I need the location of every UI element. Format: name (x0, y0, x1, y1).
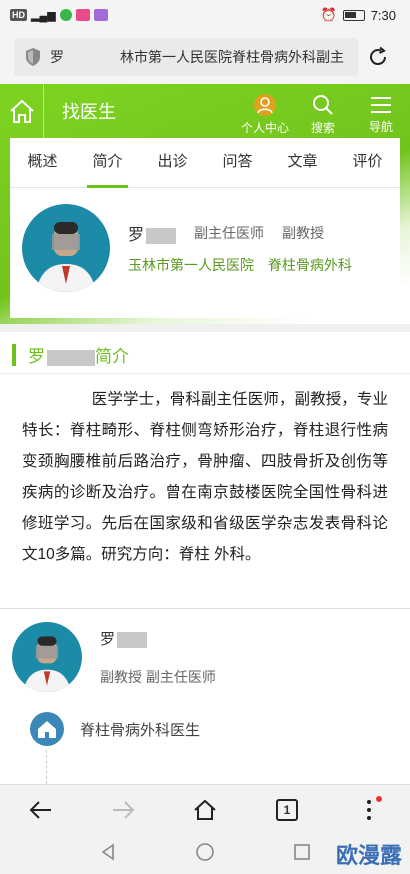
square-recents-icon (294, 843, 310, 860)
department-row[interactable]: 脊柱骨病外科医生 (30, 712, 200, 746)
status-bar: HD ▂▄▆ ⏰ 7:30 (0, 0, 410, 30)
alarm-icon: ⏰ (320, 7, 337, 22)
doctor-summary-info: 罗 副教授 副主任医师 (100, 622, 216, 692)
top-nav: 找医生 个人中心 搜索 导航 (0, 84, 410, 138)
doctor-affiliation: 玉林市第一人民医院 脊柱骨病外科 (128, 255, 352, 275)
tab-schedule[interactable]: 出诊 (140, 138, 205, 187)
intro-paragraph: 医学学士，骨科副主任医师，副教授，专业特长：脊柱畸形、脊柱侧弯矫形治疗，脊柱退行… (22, 391, 388, 563)
title-redaction (47, 349, 95, 366)
menu-label: 导航 (368, 119, 393, 134)
doctor-summary[interactable]: 罗 副教授 副主任医师 (12, 622, 216, 692)
browser-toolbar: 1 (0, 784, 410, 834)
reload-icon (370, 46, 387, 66)
user-icon (254, 93, 276, 116)
doctor-avatar-small (12, 622, 82, 692)
doctor-name-row: 罗 副主任医师 副教授 (128, 221, 352, 245)
home-button[interactable] (0, 84, 44, 138)
home-outline-icon (194, 799, 216, 820)
doctor-department[interactable]: 脊柱骨病外科 (268, 257, 352, 273)
profile-card: 概述 简介 出诊 问答 文章 评价 罗 副主任医师 副教授 玉林市第一人民医院 (10, 138, 400, 318)
notification-dot (376, 795, 382, 802)
doctor-hospital[interactable]: 玉林市第一人民医院 (128, 257, 254, 273)
url-text: 罗 林市第一人民医院脊柱骨病外科副主 (50, 49, 344, 65)
tab-intro[interactable]: 简介 (75, 138, 140, 188)
more-button[interactable] (344, 790, 394, 830)
system-back-button[interactable] (99, 842, 117, 866)
home-nav-button[interactable] (180, 790, 230, 830)
personal-center-button[interactable]: 个人中心 (236, 87, 294, 136)
search-label: 搜索 (310, 120, 335, 135)
tab-overview[interactable]: 概述 (10, 138, 75, 187)
forward-button[interactable] (98, 790, 148, 830)
url-field[interactable]: 罗 林市第一人民医院脊柱骨病外科副主 (14, 38, 358, 76)
arrow-right-icon (113, 800, 135, 819)
tab-count-box: 1 (276, 798, 298, 821)
watermark-text: 欧漫露 (335, 844, 402, 869)
doctor-summary-name: 罗 (100, 628, 216, 649)
tabs-button[interactable]: 1 (262, 790, 312, 830)
app2-icon (93, 9, 108, 21)
section-title: 罗简介 (28, 347, 129, 366)
status-left: HD ▂▄▆ (10, 9, 108, 22)
doctor-card: 罗 副主任医师 副教授 玉林市第一人民医院 脊柱骨病外科 (10, 188, 400, 308)
hd-indicator: HD (10, 9, 27, 21)
clock: 7:30 (370, 7, 396, 23)
tab-bar: 概述 简介 出诊 问答 文章 评价 (10, 138, 400, 188)
hospital-house-icon (30, 712, 64, 746)
menu-icon (371, 96, 391, 113)
system-home-button[interactable] (195, 842, 215, 867)
home-icon (9, 99, 34, 123)
doctor-title: 副主任医师 (194, 225, 265, 241)
doctor-info: 罗 副主任医师 副教授 玉林市第一人民医院 脊柱骨病外科 (128, 221, 352, 275)
menu-button[interactable]: 导航 (352, 88, 410, 135)
doctor-academic-title: 副教授 (282, 225, 325, 241)
url-bar: 罗 林市第一人民医院脊柱骨病外科副主 (0, 30, 410, 84)
section-separator (0, 324, 410, 332)
doctor-photo-icon (36, 222, 96, 292)
divider (0, 608, 410, 609)
battery-icon (342, 9, 365, 21)
back-button[interactable] (16, 790, 66, 830)
triangle-back-icon (101, 842, 114, 861)
doctor-photo-icon (23, 636, 71, 692)
tab-articles[interactable]: 文章 (270, 138, 335, 187)
doctor-summary-titles: 副教授 副主任医师 (100, 669, 216, 685)
name-redaction (117, 632, 148, 649)
section-accent-bar (12, 343, 16, 366)
reload-button[interactable] (358, 46, 398, 68)
tab-reviews[interactable]: 评价 (335, 138, 400, 187)
app-icon (75, 9, 90, 21)
intro-section-header: 罗简介 (0, 336, 410, 374)
system-recents-button[interactable] (293, 843, 311, 866)
timeline-line (46, 750, 47, 784)
doctor-name: 罗 (128, 221, 177, 245)
shield-icon (26, 48, 40, 66)
search-icon (313, 94, 333, 115)
arrow-left-icon (29, 800, 51, 819)
department-label: 脊柱骨病外科医生 (80, 721, 201, 739)
more-vertical-icon (367, 799, 371, 820)
personal-center-label: 个人中心 (240, 120, 289, 135)
status-right: ⏰ 7:30 (321, 7, 397, 23)
name-redaction (146, 227, 177, 244)
doctor-avatar (22, 204, 110, 292)
tab-qa[interactable]: 问答 (205, 138, 270, 187)
tab-count: 1 (283, 802, 291, 817)
wechat-icon (59, 9, 72, 21)
circle-home-icon (196, 842, 214, 861)
search-button[interactable]: 搜索 (294, 87, 352, 136)
signal-icon: ▂▄▆ (31, 9, 56, 22)
page-title: 找医生 (62, 102, 116, 122)
